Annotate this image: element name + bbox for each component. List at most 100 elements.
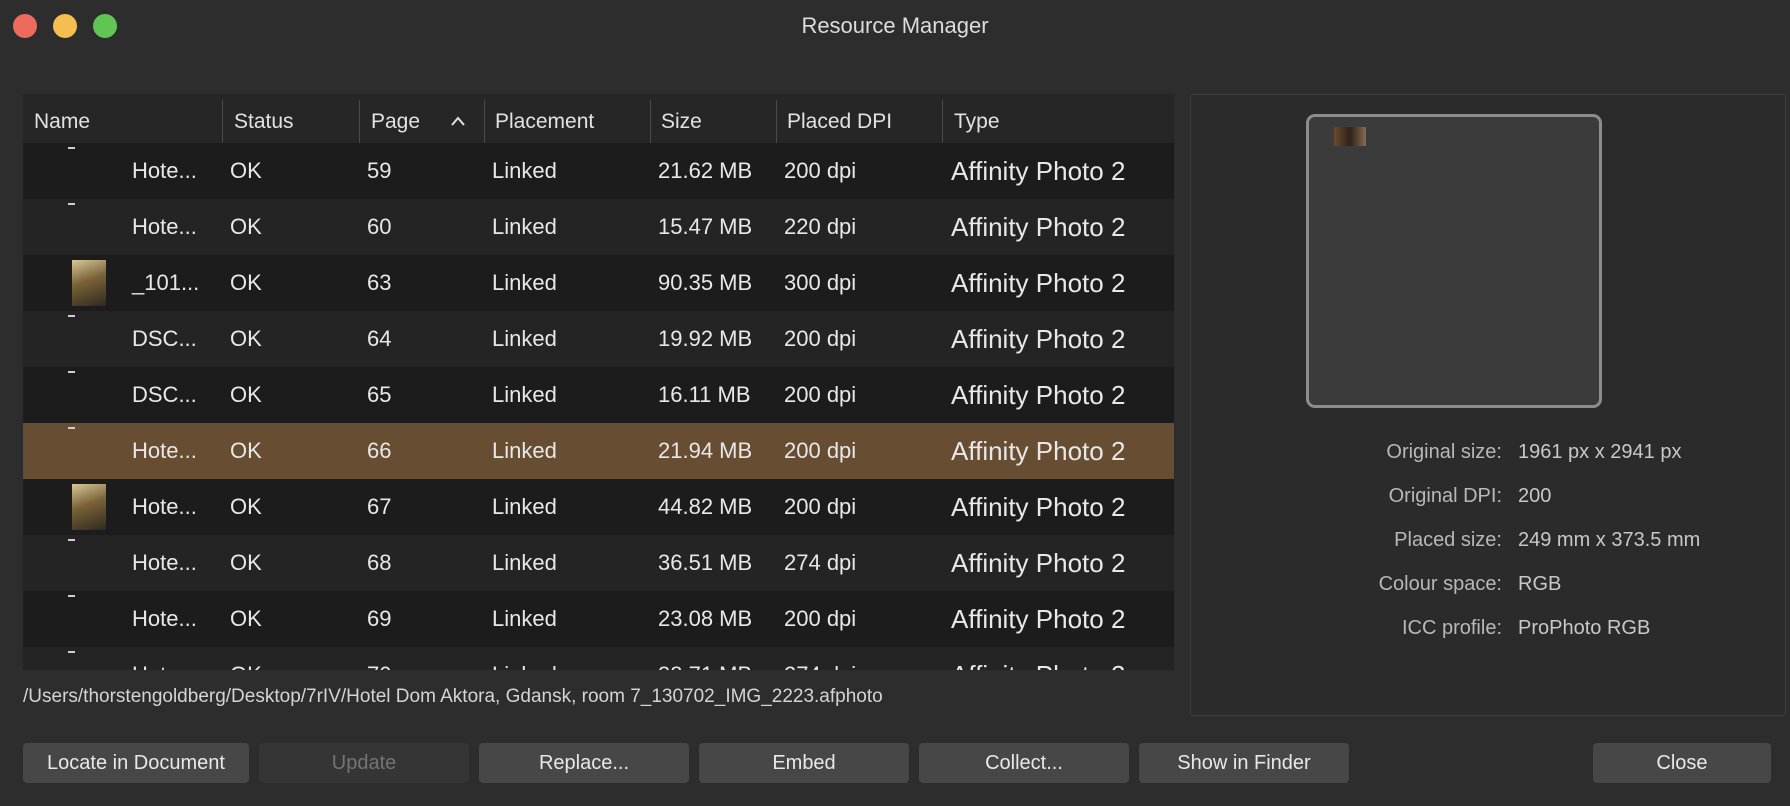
row-placed-dpi: 274 dpi: [784, 550, 857, 575]
row-status: OK: [230, 494, 262, 519]
row-name: Hote...: [132, 438, 197, 463]
row-page: 65: [367, 382, 392, 407]
table-row[interactable]: Hote... OK 67 Linked 44.82 MB 200 dpi Affinity…: [23, 479, 1174, 535]
column-header-placement[interactable]: Placement: [495, 94, 594, 150]
row-placement: Linked: [492, 326, 557, 351]
row-page: 64: [367, 326, 392, 351]
resource-table[interactable]: Name Status Page Placement Size Placed D…: [23, 94, 1174, 670]
row-name: _101...: [132, 270, 200, 295]
info-value: ProPhoto RGB: [1518, 617, 1651, 639]
column-header-status[interactable]: Status: [234, 94, 294, 150]
column-separator[interactable]: [650, 100, 651, 144]
row-page: 69: [367, 606, 392, 631]
row-type: Affinity Photo 2: [951, 604, 1126, 634]
table-row[interactable]: _101... OK 63 Linked 90.35 MB 300 dpi Affinity…: [23, 255, 1174, 311]
window-title: Resource Manager: [801, 13, 989, 38]
column-separator[interactable]: [359, 100, 360, 144]
row-placement: Linked: [492, 382, 557, 407]
column-header-type[interactable]: Type: [954, 94, 1000, 150]
row-type: Affinity Photo 2: [951, 436, 1126, 466]
info-label: Placed size:: [1394, 529, 1502, 551]
row-status: OK: [230, 382, 262, 407]
column-header-page[interactable]: Page: [371, 94, 420, 150]
row-size: 19.92 MB: [658, 326, 753, 351]
info-value: 1961 px x 2941 px: [1518, 441, 1682, 463]
row-placement: Linked: [492, 158, 557, 183]
row-placement: Linked: [492, 550, 557, 575]
row-placed-dpi: 220 dpi: [784, 214, 857, 239]
row-placed-dpi: 200 dpi: [784, 606, 857, 631]
collect-button[interactable]: Collect...: [919, 743, 1129, 783]
table-row[interactable]: Hote... OK 68 Linked 36.51 MB 274 dpi Affinity…: [23, 535, 1174, 591]
row-placement: Linked: [492, 214, 557, 239]
row-page: 70: [367, 647, 391, 670]
row-name: DSC...: [132, 326, 197, 351]
row-placed-dpi: 200 dpi: [784, 438, 857, 463]
info-colour-space: Colour space: RGB: [1191, 573, 1785, 603]
column-separator[interactable]: [942, 100, 943, 144]
row-thumbnail: [68, 595, 75, 597]
row-status: OK: [230, 550, 262, 575]
table-row[interactable]: Hote... OK 66 Linked 21.94 MB 200 dpi Affinity…: [23, 423, 1174, 479]
row-type: Affinity Photo 2: [951, 380, 1126, 410]
table-header: Name Status Page Placement Size Placed D…: [23, 94, 1174, 150]
row-type: Affinity Photo 2: [951, 156, 1126, 186]
row-thumbnail: [68, 651, 75, 653]
info-label: Colour space:: [1378, 573, 1502, 595]
chevron-up-icon[interactable]: [451, 114, 465, 128]
replace-button[interactable]: Replace...: [479, 743, 689, 783]
row-placement: Linked: [492, 494, 557, 519]
row-status: OK: [230, 214, 262, 239]
embed-button[interactable]: Embed: [699, 743, 909, 783]
close-button[interactable]: Close: [1593, 743, 1771, 783]
info-label: Original size:: [1386, 441, 1502, 463]
info-label: ICC profile:: [1401, 617, 1502, 639]
column-separator[interactable]: [484, 100, 485, 144]
row-size: 23.08 MB: [658, 606, 753, 631]
row-status: OK: [230, 438, 262, 463]
update-button[interactable]: Update: [259, 743, 469, 783]
row-placed-dpi: 274 dpi: [784, 647, 856, 670]
row-thumbnail: [68, 371, 75, 373]
table-row[interactable]: DSC... OK 65 Linked 16.11 MB 200 dpi Affinity …: [23, 367, 1174, 423]
row-status: OK: [230, 158, 262, 183]
row-name: Hote...: [132, 214, 197, 239]
table-row[interactable]: DSC... OK 64 Linked 19.92 MB 200 dpi Affinity …: [23, 311, 1174, 367]
show-in-finder-button[interactable]: Show in Finder: [1139, 743, 1349, 783]
info-value: 249 mm x 373.5 mm: [1518, 529, 1701, 551]
column-separator[interactable]: [776, 100, 777, 144]
table-row[interactable]: Hote... OK 60 Linked 15.47 MB 220 dpi Affinity…: [23, 199, 1174, 255]
row-name: Hote...: [132, 550, 197, 575]
row-placed-dpi: 200 dpi: [784, 158, 857, 183]
locate-in-document-button[interactable]: Locate in Document: [23, 743, 249, 783]
info-original-size: Original size: 1961 px x 2941 px: [1191, 441, 1785, 471]
row-thumbnail: [68, 315, 75, 317]
row-type: Affinity Photo 2: [951, 548, 1126, 578]
row-thumbnail: [68, 203, 75, 205]
table-row[interactable]: Hote... OK 59 Linked 21.62 MB 200 dpi Affinity…: [23, 143, 1174, 199]
row-thumbnail: [68, 539, 75, 541]
row-name: DSC...: [132, 382, 197, 407]
row-thumbnail: [68, 427, 75, 429]
column-header-size[interactable]: Size: [661, 94, 702, 150]
row-thumbnail: [68, 147, 75, 149]
row-type: Affinity Photo 2: [951, 212, 1126, 242]
row-size: 36.51 MB: [658, 550, 753, 575]
info-value: 200: [1518, 485, 1552, 507]
row-status: OK: [230, 647, 262, 670]
info-value: RGB: [1518, 573, 1562, 595]
row-placement: Linked: [492, 438, 557, 463]
column-header-name[interactable]: Name: [34, 94, 90, 150]
column-separator[interactable]: [222, 100, 223, 144]
row-type: Affinity Photo 2: [951, 647, 1125, 670]
row-placed-dpi: 200 dpi: [784, 382, 857, 407]
row-size: 21.62 MB: [658, 158, 753, 183]
preview-frame: [1306, 114, 1602, 408]
row-size: 38.71 MB: [658, 647, 752, 670]
info-icc-profile: ICC profile: ProPhoto RGB: [1191, 617, 1785, 647]
table-row[interactable]: Hote... OK 69 Linked 23.08 MB 200 dpi Affinity…: [23, 591, 1174, 647]
column-header-placed-dpi[interactable]: Placed DPI: [787, 94, 892, 150]
table-row[interactable]: Hote... OK 70 Linked 38.71 MB 274 dpi Affinity…: [23, 647, 1174, 670]
row-thumbnail: [72, 484, 106, 530]
row-placement: Linked: [492, 270, 557, 295]
